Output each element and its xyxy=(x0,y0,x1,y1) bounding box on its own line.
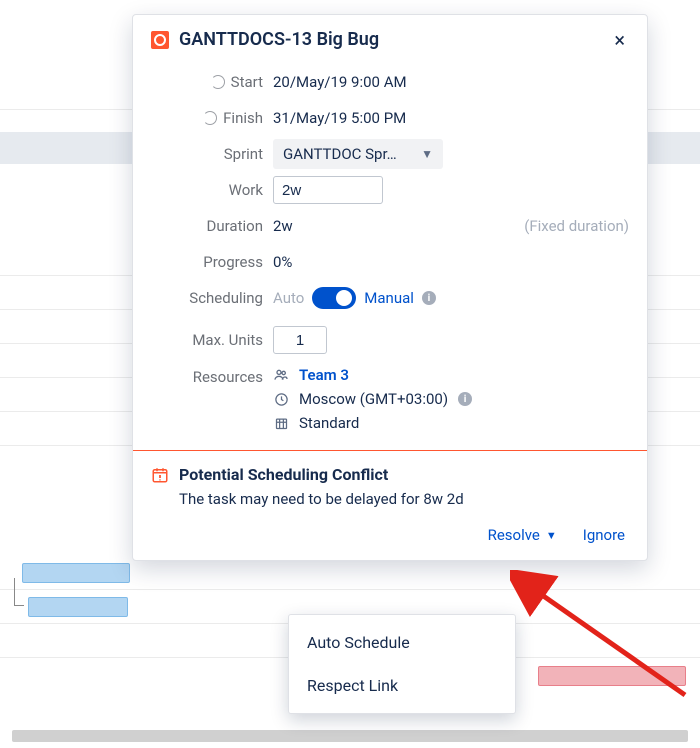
chevron-down-icon: ▼ xyxy=(421,147,433,161)
maxunits-label: Max. Units xyxy=(192,331,263,349)
scheduling-auto: Auto xyxy=(273,289,304,307)
scheduling-toggle[interactable] xyxy=(312,287,356,309)
duration-label: Duration xyxy=(207,217,263,235)
resource-team[interactable]: Team 3 xyxy=(299,366,349,384)
panel-title: GANTTDOCS-13 Big Bug xyxy=(179,29,610,50)
horizontal-scrollbar[interactable] xyxy=(12,730,688,742)
conflict-section: Potential Scheduling Conflict The task m… xyxy=(133,450,647,560)
sprint-label: Sprint xyxy=(224,145,263,163)
task-details-panel: GANTTDOCS-13 Big Bug × Start 20/May/19 9… xyxy=(132,14,648,561)
close-button[interactable]: × xyxy=(610,30,629,50)
info-icon[interactable]: i xyxy=(458,392,472,406)
work-label: Work xyxy=(229,181,263,199)
info-icon[interactable]: i xyxy=(422,291,436,305)
resolve-menu: Auto Schedule Respect Link xyxy=(288,614,516,714)
finish-value[interactable]: 31/May/19 5:00 PM xyxy=(273,109,406,127)
sprint-selected: GANTTDOC Spr… xyxy=(283,145,397,163)
clock-icon xyxy=(273,392,289,407)
start-value[interactable]: 20/May/19 9:00 AM xyxy=(273,73,407,91)
menu-item-respect-link[interactable]: Respect Link xyxy=(289,664,515,707)
resources-label: Resources xyxy=(193,368,263,386)
progress-label: Progress xyxy=(203,253,263,271)
resolve-button[interactable]: Resolve ▼ xyxy=(488,526,557,544)
resource-calendar: Standard xyxy=(299,414,359,432)
team-icon xyxy=(273,367,289,383)
ignore-button[interactable]: Ignore xyxy=(583,526,625,544)
reschedule-icon xyxy=(211,75,225,89)
sprint-select[interactable]: GANTTDOC Spr… ▼ xyxy=(273,139,443,169)
bug-issue-icon xyxy=(151,31,169,49)
resource-timezone: Moscow (GMT+03:00) xyxy=(299,390,448,408)
duration-note: (Fixed duration) xyxy=(524,217,629,235)
reschedule-icon xyxy=(203,111,217,125)
scheduling-manual: Manual xyxy=(364,289,414,307)
start-label: Start xyxy=(231,73,263,91)
scheduling-label: Scheduling xyxy=(189,289,263,307)
duration-value: 2w xyxy=(273,217,293,235)
finish-label: Finish xyxy=(223,109,263,127)
conflict-title: Potential Scheduling Conflict xyxy=(179,465,388,484)
calendar-grid-icon xyxy=(273,416,289,431)
work-input[interactable] xyxy=(273,176,383,204)
conflict-message: The task may need to be delayed for 8w 2… xyxy=(179,490,629,508)
chevron-down-icon: ▼ xyxy=(546,529,557,542)
menu-item-auto-schedule[interactable]: Auto Schedule xyxy=(289,621,515,664)
conflict-calendar-icon xyxy=(151,466,169,484)
maxunits-input[interactable] xyxy=(273,326,327,354)
progress-value[interactable]: 0% xyxy=(273,253,292,271)
